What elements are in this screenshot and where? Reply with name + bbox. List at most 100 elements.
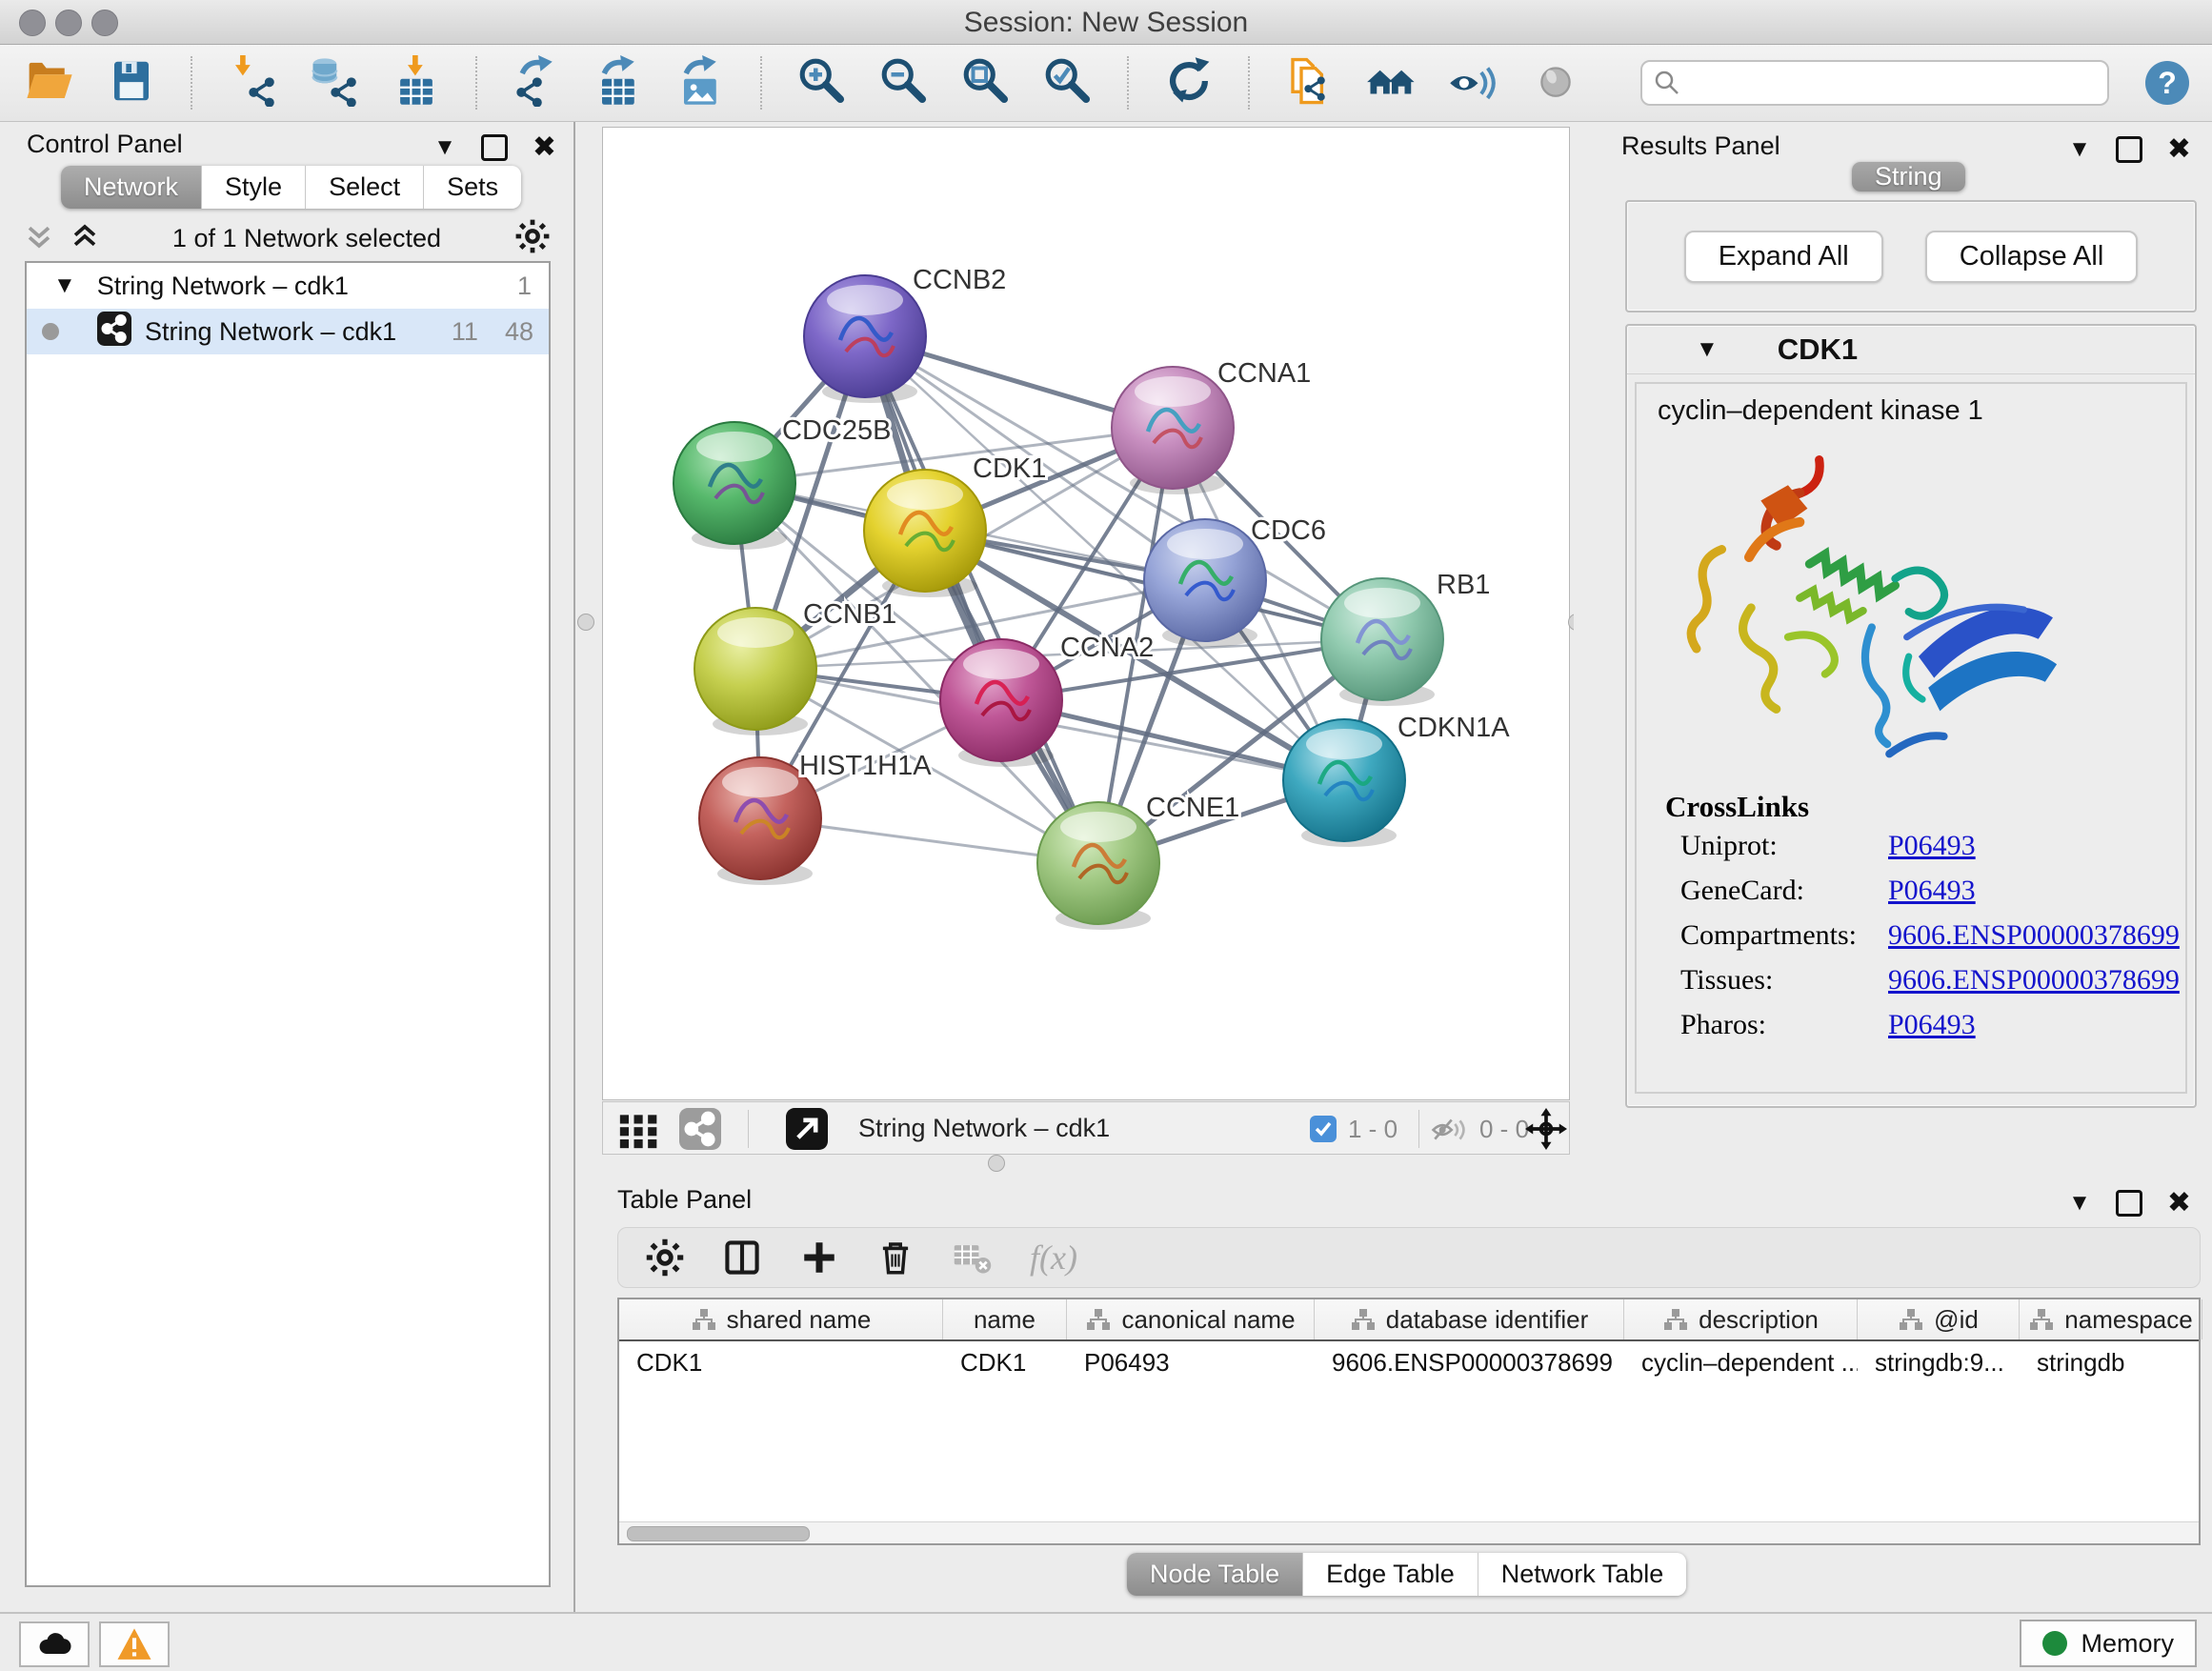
toolbar-separator (1127, 56, 1130, 110)
tab-style[interactable]: Style (202, 166, 306, 209)
crosslink-link[interactable]: 9606.ENSP00000378699 (1888, 964, 2180, 997)
toolbar-zoom-selected-button[interactable] (1041, 56, 1095, 110)
collection-collapse-icon[interactable]: ▼ (53, 274, 76, 297)
network-selection-bar: 1 of 1 Network selected (25, 217, 551, 259)
network-node-CDC6[interactable] (1144, 519, 1266, 647)
network-collection-row[interactable]: ▼ String Network – cdk1 1 (27, 263, 549, 309)
hidden-counts: 0 - 0 (1479, 1115, 1529, 1144)
network-node-CCNE1[interactable] (1037, 802, 1159, 930)
network-options-gear-icon[interactable] (514, 218, 551, 259)
toolbar-zoom-in-button[interactable] (795, 56, 849, 110)
toolbar-zoom-fit-button[interactable] (959, 56, 1013, 110)
column-header-namespace[interactable]: namespace (2020, 1299, 2202, 1339)
network-node-CCNA1[interactable] (1112, 367, 1234, 494)
panel-menu-icon[interactable]: ▼ (2068, 138, 2091, 161)
toolbar-open-session-button[interactable] (23, 56, 76, 110)
network-node-CDKN1A[interactable] (1283, 719, 1405, 847)
network-row-selected[interactable]: String Network – cdk1 11 48 (27, 309, 549, 354)
toolbar-export-image-button[interactable] (674, 56, 728, 110)
network-node-CDC25B[interactable] (674, 422, 795, 550)
collapse-all-button[interactable]: Collapse All (1925, 231, 2139, 283)
node-label-CCNB1: CCNB1 (803, 599, 896, 630)
toolbar-import-table-file-button[interactable] (390, 56, 443, 110)
column-header-database-identifier[interactable]: database identifier (1315, 1299, 1624, 1339)
warnings-button[interactable] (99, 1621, 170, 1667)
column-header--id[interactable]: @id (1858, 1299, 2020, 1339)
toolbar-import-network-database-button[interactable] (308, 56, 361, 110)
panel-float-icon[interactable] (481, 134, 508, 161)
toolbar-hide-graphics-details-button[interactable] (1447, 56, 1500, 110)
protein-section-header[interactable]: ▼ CDK1 (1627, 326, 2195, 374)
search-input[interactable] (1640, 60, 2109, 106)
string-network-badge-icon[interactable] (679, 1108, 721, 1155)
fit-center-crosshair-icon[interactable] (1525, 1108, 1567, 1155)
delete-column-trash-icon[interactable] (875, 1238, 915, 1278)
show-columns-icon[interactable] (721, 1237, 763, 1278)
tab-network[interactable]: Network (61, 166, 202, 209)
toolbar-refresh-view-button[interactable] (1162, 56, 1216, 110)
bottom-splitter-handle[interactable] (988, 1155, 1005, 1172)
crosslink-link[interactable]: P06493 (1888, 1009, 1976, 1041)
crosslink-link[interactable]: P06493 (1888, 830, 1976, 862)
application-window: Session: New Session ? Control Panel ▼ ✖… (0, 0, 2212, 1671)
panel-float-icon[interactable] (2116, 1190, 2142, 1217)
grid-view-icon[interactable] (618, 1108, 660, 1155)
function-builder-icon-disabled[interactable]: f(x) (1030, 1238, 1077, 1278)
toolbar-show-graphics-disabled-button[interactable] (1529, 56, 1582, 110)
help-button[interactable]: ? (2145, 61, 2189, 105)
expand-all-networks-icon[interactable] (25, 222, 53, 255)
toolbar-save-session-button[interactable] (105, 56, 158, 110)
scrollbar-thumb[interactable] (627, 1526, 810, 1541)
tab-network-table[interactable]: Network Table (1478, 1553, 1687, 1596)
column-header-shared-name[interactable]: shared name (619, 1299, 943, 1339)
toolbar-import-network-file-button[interactable] (226, 56, 279, 110)
panel-menu-icon[interactable]: ▼ (2068, 1192, 2091, 1215)
cloud-status-button[interactable] (19, 1621, 90, 1667)
network-node-CDK1[interactable] (864, 470, 986, 597)
panel-close-icon[interactable]: ✖ (533, 133, 556, 162)
column-header-canonical-name[interactable]: canonical name (1067, 1299, 1315, 1339)
section-collapse-icon[interactable]: ▼ (1696, 336, 1719, 363)
toolbar-separator (748, 1110, 749, 1148)
add-column-icon[interactable] (799, 1238, 839, 1278)
toolbar-zoom-out-button[interactable] (877, 56, 931, 110)
delete-table-icon-disabled[interactable] (952, 1237, 994, 1278)
tab-node-table[interactable]: Node Table (1127, 1553, 1303, 1596)
network-view-toolbar: String Network – cdk1 1 - 0 0 - 0 (602, 1101, 1570, 1155)
table-horizontal-scrollbar[interactable] (619, 1521, 2199, 1543)
tab-sets[interactable]: Sets (424, 166, 521, 209)
crosslink-link[interactable]: 9606.ENSP00000378699 (1888, 919, 2180, 952)
toolbar-export-table-button[interactable] (593, 56, 646, 110)
table-options-gear-icon[interactable] (645, 1238, 685, 1278)
network-node-CCNA2[interactable] (940, 639, 1062, 767)
tab-edge-table[interactable]: Edge Table (1303, 1553, 1478, 1596)
tab-string[interactable]: String (1852, 162, 1965, 191)
toolbar-export-network-button[interactable] (511, 56, 564, 110)
column-header-name[interactable]: name (943, 1299, 1067, 1339)
crosslink-row: GeneCard:P06493 (1680, 875, 2185, 907)
column-header-description[interactable]: description (1624, 1299, 1858, 1339)
panel-float-icon[interactable] (2116, 136, 2142, 163)
panel-close-icon[interactable]: ✖ (2167, 1189, 2191, 1218)
toolbar-separator (1418, 1110, 1419, 1148)
toolbar-string-copy-document-button[interactable] (1283, 56, 1337, 110)
network-node-RB1[interactable] (1321, 578, 1443, 706)
table-row[interactable]: CDK1CDK1P064939606.ENSP00000378699cyclin… (619, 1341, 2199, 1383)
collection-label: String Network – cdk1 (97, 272, 349, 301)
network-graph[interactable]: CCNB2CCNA1CDC25BCDK1CDC6RB1CCNB1CCNA2CDK… (603, 128, 1569, 1099)
table-toolbar: f(x) (617, 1227, 2201, 1288)
memory-button[interactable]: Memory (2020, 1620, 2197, 1667)
open-in-window-icon[interactable] (786, 1108, 828, 1155)
hidden-eye-icon[interactable] (1430, 1110, 1470, 1155)
panel-close-icon[interactable]: ✖ (2167, 135, 2191, 164)
collapse-all-networks-icon[interactable] (70, 222, 99, 255)
panel-menu-icon[interactable]: ▼ (433, 136, 456, 159)
network-canvas[interactable]: CCNB2CCNA1CDC25BCDK1CDC6RB1CCNB1CCNA2CDK… (602, 127, 1570, 1100)
selected-checkbox[interactable] (1310, 1116, 1337, 1142)
network-node-CCNB1[interactable] (694, 608, 816, 735)
crosslink-link[interactable]: P06493 (1888, 875, 1976, 907)
expand-all-button[interactable]: Expand All (1684, 231, 1883, 283)
tab-select[interactable]: Select (306, 166, 424, 209)
toolbar-network-overview-houses-button[interactable] (1365, 56, 1418, 110)
left-splitter-handle[interactable] (577, 614, 594, 631)
